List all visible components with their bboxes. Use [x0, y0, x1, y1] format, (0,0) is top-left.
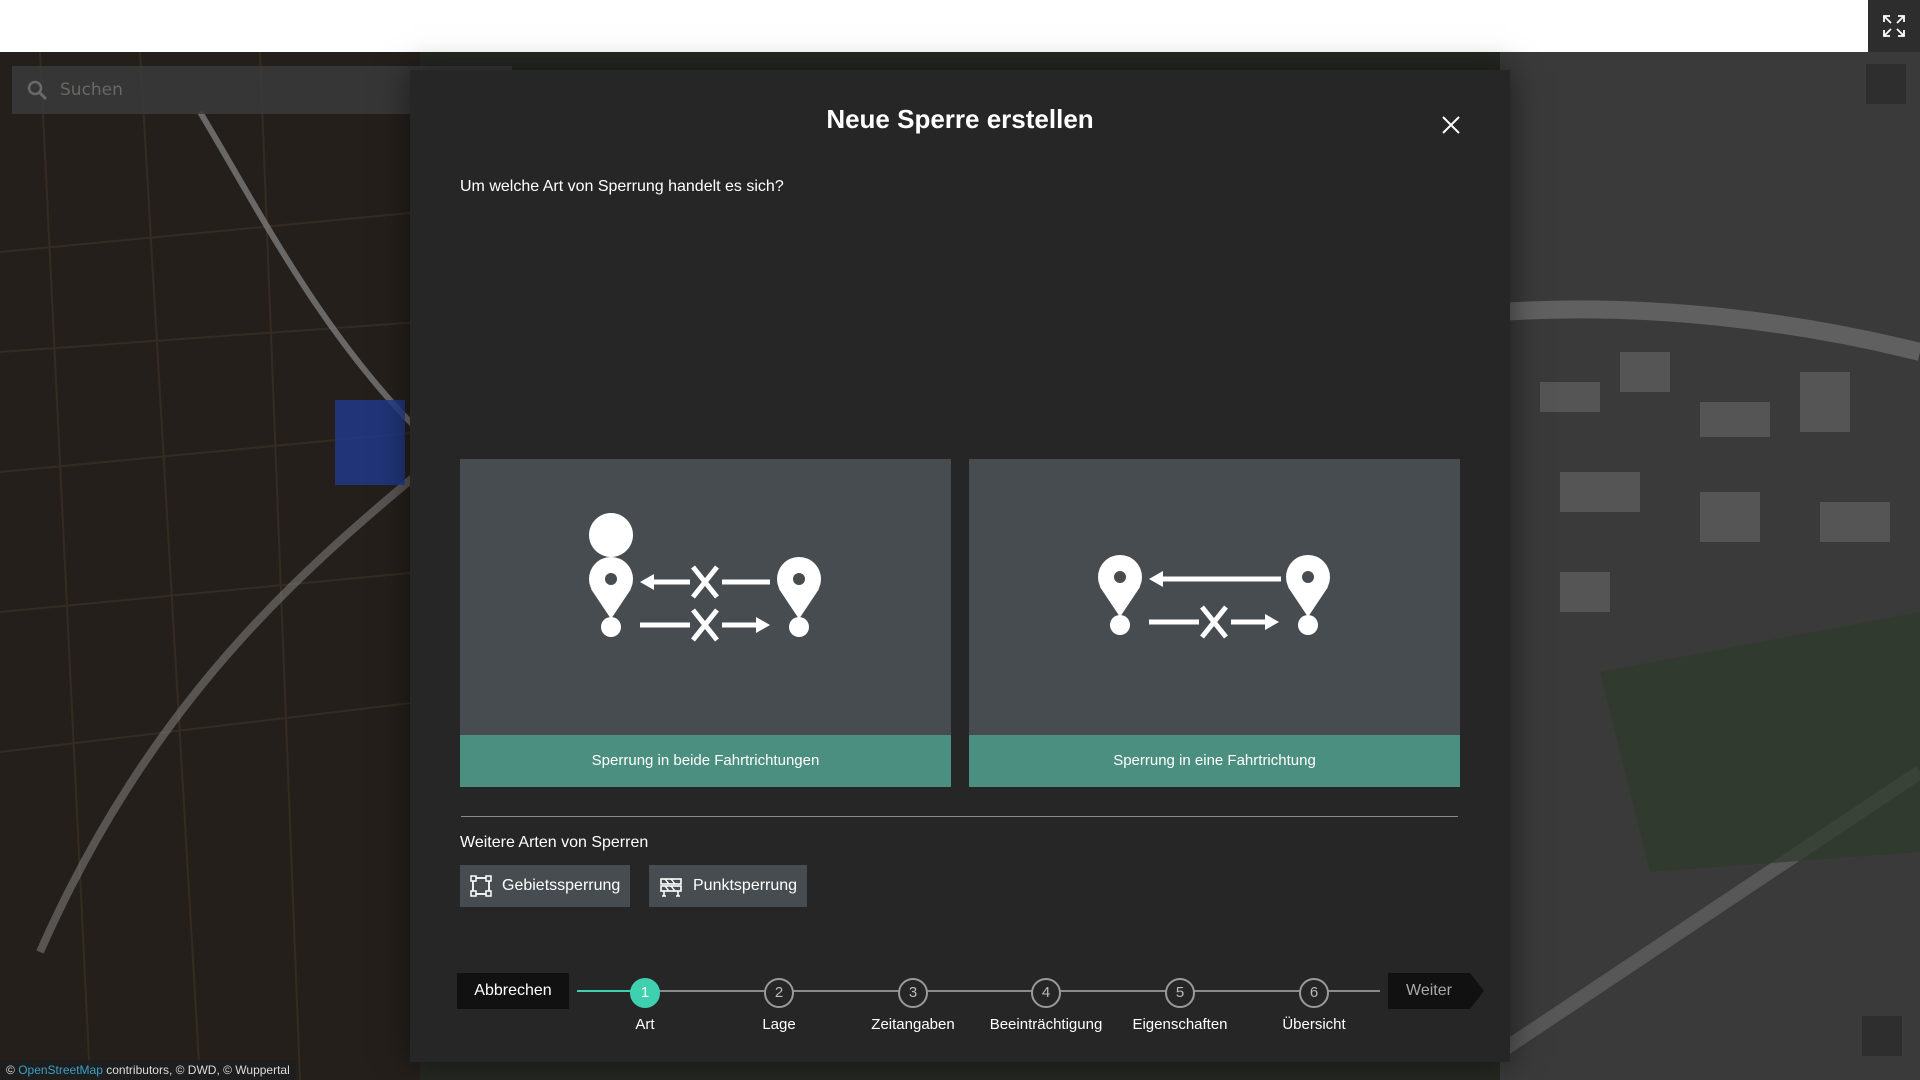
- map-layer-control[interactable]: [1866, 64, 1906, 104]
- step-1-label: Art: [635, 1016, 655, 1033]
- step-connector: [577, 990, 634, 992]
- step-5-label: Eigenschaften: [1132, 1016, 1228, 1033]
- step-3[interactable]: 3: [898, 978, 928, 1008]
- step-2-label: Lage: [762, 1016, 796, 1033]
- next-button[interactable]: Weiter: [1388, 973, 1470, 1009]
- map-zoom-control[interactable]: [1862, 1016, 1902, 1056]
- step-1[interactable]: 1: [630, 978, 660, 1008]
- area-closure-button[interactable]: Gebietssperrung: [460, 865, 630, 907]
- attribution-prefix: ©: [6, 1063, 15, 1077]
- both-directions-closure-icon: [589, 513, 821, 642]
- step-4[interactable]: 4: [1031, 978, 1061, 1008]
- dialog-title: Neue Sperre erstellen: [826, 104, 1094, 134]
- fullscreen-icon: [1883, 15, 1905, 37]
- card-one-direction-label: Sperrung in eine Fahrtrichtung: [969, 735, 1460, 787]
- step-connector: [646, 990, 1380, 992]
- point-closure-label: Punktsperrung: [693, 877, 798, 894]
- card-both-directions-label: Sperrung in beide Fahrtrichtungen: [460, 735, 951, 787]
- openstreetmap-link[interactable]: OpenStreetMap: [18, 1063, 103, 1077]
- close-icon[interactable]: [1438, 112, 1464, 138]
- top-bar: [0, 0, 1920, 52]
- section-divider: [461, 816, 1458, 817]
- closure-type-question: Um welche Art von Sperrung handelt es si…: [460, 178, 784, 195]
- search-icon: [27, 80, 48, 101]
- next-arrow-icon[interactable]: [1470, 973, 1484, 1009]
- fullscreen-button[interactable]: [1868, 0, 1920, 52]
- step-6-label: Übersicht: [1282, 1016, 1346, 1033]
- one-direction-closure-icon: [1098, 555, 1330, 639]
- step-6[interactable]: 6: [1299, 978, 1329, 1008]
- more-closure-types-title: Weitere Arten von Sperren: [460, 834, 649, 851]
- point-closure-button[interactable]: Punktsperrung: [649, 865, 807, 907]
- step-5[interactable]: 5: [1165, 978, 1195, 1008]
- attribution-text: contributors, © DWD, © Wuppertal: [106, 1063, 290, 1077]
- map-attribution: © OpenStreetMap contributors, © DWD, © W…: [0, 1060, 296, 1080]
- card-one-direction[interactable]: Sperrung in eine Fahrtrichtung: [969, 459, 1460, 787]
- wizard-stepper: Abbrechen 1 Art 2 Lage 3 Zeitangaben 4 B…: [410, 970, 1510, 1050]
- barrier-icon: [659, 875, 683, 897]
- area-icon: [470, 875, 492, 897]
- step-4-label: Beeinträchtigung: [989, 1016, 1103, 1033]
- step-2[interactable]: 2: [764, 978, 794, 1008]
- area-closure-label: Gebietssperrung: [502, 877, 621, 894]
- create-closure-dialog: Neue Sperre erstellen Um welche Art von …: [410, 70, 1510, 1062]
- step-3-label: Zeitangaben: [871, 1016, 955, 1033]
- cancel-button[interactable]: Abbrechen: [457, 973, 569, 1009]
- card-both-directions[interactable]: Sperrung in beide Fahrtrichtungen: [460, 459, 951, 787]
